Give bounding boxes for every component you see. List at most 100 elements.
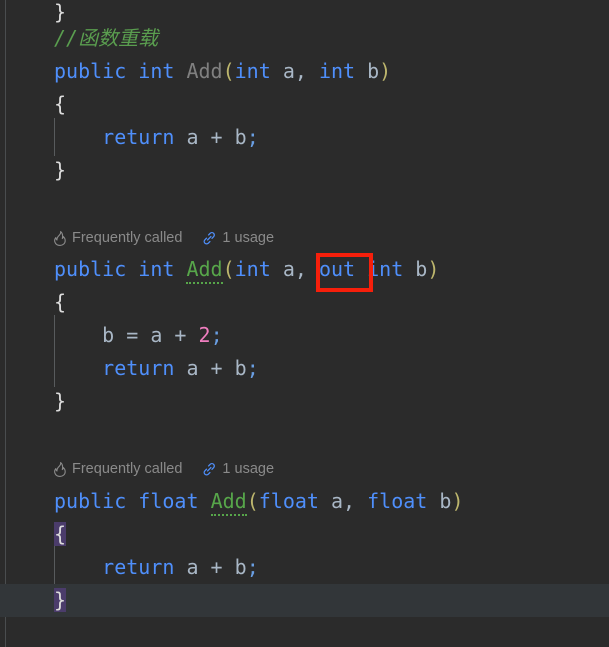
code-token: public — [54, 59, 127, 83]
frequently-called-label: Frequently called — [72, 461, 183, 477]
frequently-called-hint[interactable]: Frequently called — [54, 457, 182, 481]
code-token: b — [234, 125, 247, 149]
code-token: int — [234, 257, 271, 281]
code-line[interactable]: return a + b; — [0, 551, 609, 584]
code-token: float — [258, 489, 319, 513]
inlay-hint-row[interactable]: Frequently called 1 usage — [0, 457, 274, 481]
code-line-text: b = a + 2; — [0, 319, 222, 352]
code-line-text: { — [0, 88, 66, 121]
code-line[interactable]: { — [0, 88, 609, 121]
code-token: , — [343, 489, 368, 513]
code-token: ( — [222, 59, 235, 83]
code-token: ; — [246, 356, 259, 380]
frequently-called-hint[interactable]: Frequently called — [54, 226, 182, 250]
code-line-text: public float Add(float a, float b) — [0, 485, 464, 518]
code-token: float — [138, 489, 199, 513]
code-line-text: { — [0, 286, 66, 319]
code-token: + — [162, 323, 199, 347]
code-token: int — [367, 257, 404, 281]
code-line-text: return a + b; — [0, 352, 259, 385]
code-line[interactable]: return a + b; — [0, 121, 609, 154]
code-editor[interactable]: }//函数重载 public int Add(int a, int b){ ret… — [0, 0, 609, 647]
code-token: float — [367, 489, 428, 513]
code-token: , — [294, 257, 319, 281]
code-token: int — [234, 59, 271, 83]
code-token: ( — [222, 257, 235, 281]
code-token: a — [186, 555, 199, 579]
code-line[interactable]: { — [0, 518, 609, 551]
code-lines-container[interactable]: }//函数重载 public int Add(int a, int b){ ret… — [0, 0, 609, 647]
code-token: out — [318, 257, 356, 281]
flame-icon — [54, 461, 67, 477]
code-line[interactable]: { — [0, 286, 609, 319]
code-line-text: public int Add(int a, int b) — [0, 55, 391, 88]
code-token: return — [102, 356, 175, 380]
code-token: a — [282, 257, 295, 281]
code-token: } — [54, 588, 67, 612]
usage-count-hint[interactable]: 1 usage — [202, 457, 274, 481]
frequently-called-label: Frequently called — [72, 230, 183, 246]
code-token: ; — [246, 125, 259, 149]
code-token: { — [54, 522, 67, 546]
usage-count-label: 1 usage — [222, 230, 275, 246]
code-token: int — [138, 257, 175, 281]
code-token: ) — [379, 59, 392, 83]
code-token: = — [114, 323, 151, 347]
code-line[interactable]: } — [0, 584, 609, 617]
inlay-hint-row[interactable]: Frequently called 1 usage — [0, 226, 274, 250]
code-token: Add — [186, 59, 223, 83]
code-line[interactable]: public int Add(int a, out int b) — [0, 253, 609, 286]
code-token: b — [234, 555, 247, 579]
code-line[interactable]: //函数重载 — [0, 22, 609, 55]
code-token: ; — [246, 555, 259, 579]
code-token: b — [415, 257, 428, 281]
code-line[interactable]: public int Add(int a, int b) — [0, 55, 609, 88]
code-token: public — [54, 489, 127, 513]
code-line[interactable]: } — [0, 154, 609, 187]
usage-count-hint[interactable]: 1 usage — [202, 226, 274, 250]
code-token: ) — [451, 489, 464, 513]
code-token: 2 — [198, 323, 211, 347]
code-line[interactable]: return a + b; — [0, 352, 609, 385]
code-line[interactable]: b = a + 2; — [0, 319, 609, 352]
code-line[interactable]: public float Add(float a, float b) — [0, 485, 609, 518]
usage-count-label: 1 usage — [222, 461, 275, 477]
code-token: //函数重载 — [54, 26, 159, 50]
code-token: { — [54, 290, 67, 314]
code-token: int — [318, 59, 356, 83]
code-token: return — [102, 555, 175, 579]
code-token: a — [186, 125, 199, 149]
code-token: } — [54, 0, 67, 24]
code-line-text: } — [0, 154, 66, 187]
code-token: Add — [186, 257, 223, 284]
code-token: + — [198, 555, 235, 579]
code-token: public — [54, 257, 127, 281]
code-token: ) — [427, 257, 440, 281]
code-line-text: { — [0, 518, 67, 551]
code-token: + — [198, 356, 235, 380]
code-token: return — [102, 125, 175, 149]
code-line-text: return a + b; — [0, 121, 259, 154]
code-token: } — [54, 158, 67, 182]
code-line-text: return a + b; — [0, 551, 259, 584]
code-token: b — [234, 356, 247, 380]
code-token: a — [186, 356, 199, 380]
